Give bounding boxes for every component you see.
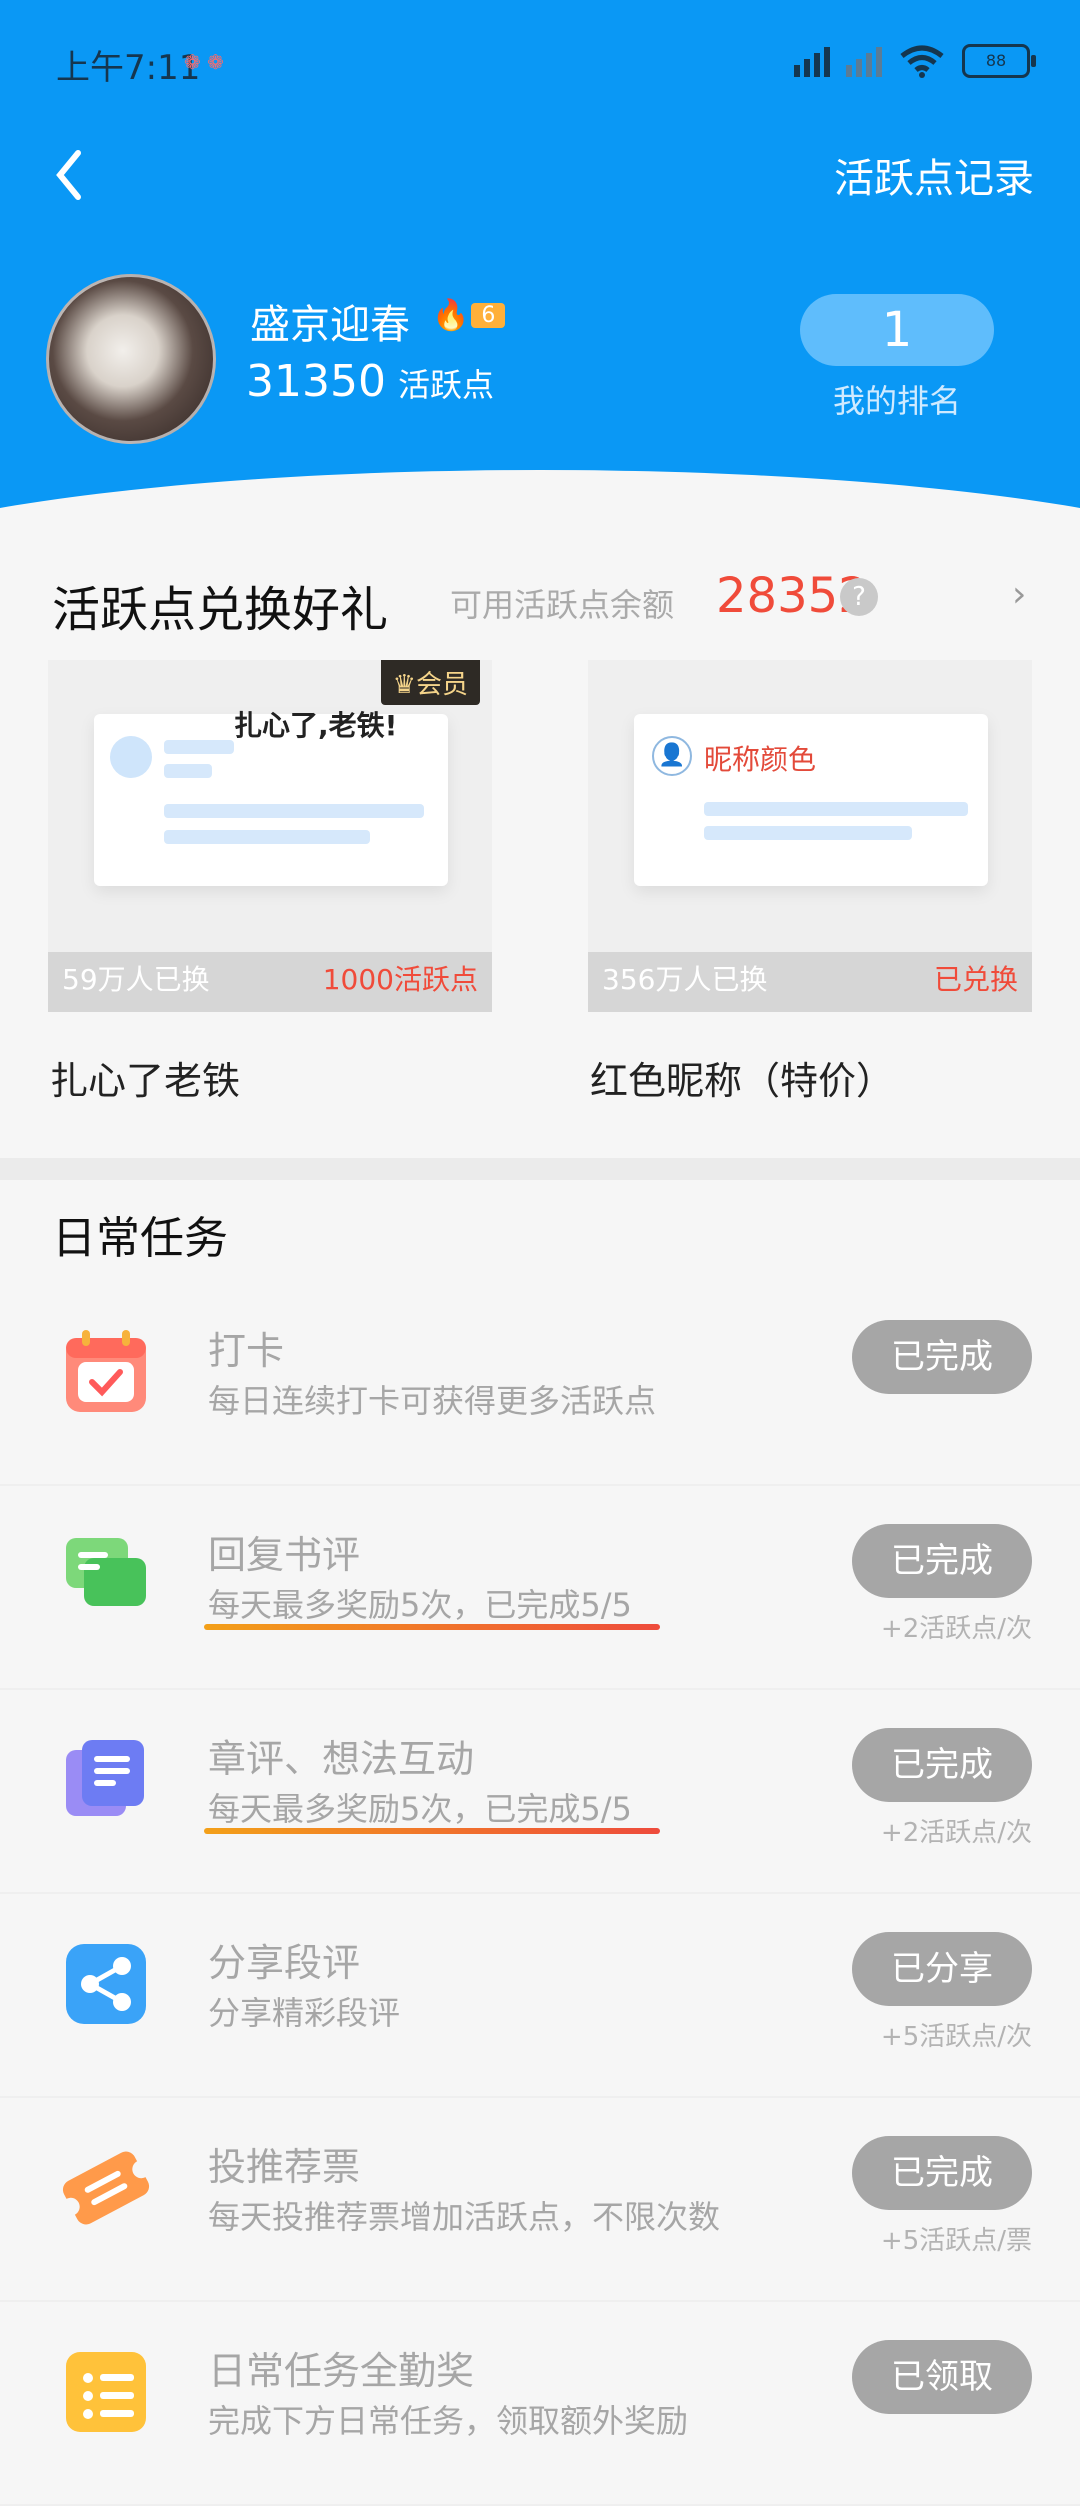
- task-status-button[interactable]: 已完成: [852, 1524, 1032, 1598]
- calendar-check-icon: [66, 1330, 146, 1412]
- task-status-button[interactable]: 已完成: [852, 1728, 1032, 1802]
- card-preview: 👤 昵称颜色: [634, 714, 988, 886]
- user-icon: 👤: [652, 736, 692, 776]
- placeholder-line: [164, 764, 212, 778]
- points-record-link[interactable]: 活跃点记录: [834, 146, 1034, 204]
- task-row-chapter-comment: 章评、想法互动 每天最多奖励5次，已完成5/5 已完成 +2活跃点/次: [0, 1688, 1080, 1894]
- ticket-icon: [62, 2151, 150, 2225]
- avatar[interactable]: [46, 274, 216, 444]
- crown-icon: ♛: [392, 670, 416, 700]
- task-title: 日常任务全勤奖: [208, 2349, 475, 2393]
- card-footer: 356万人已换 已兑换: [588, 952, 1032, 1012]
- task-title: 投推荐票: [208, 2145, 361, 2189]
- placeholder-line: [704, 826, 912, 840]
- status-time: 上午7:11: [56, 48, 201, 88]
- task-reward: +2活跃点/次: [880, 1614, 1032, 1644]
- chevron-left-icon: [56, 150, 81, 200]
- placeholder-line: [164, 740, 234, 754]
- task-row-share: 分享段评 分享精彩段评 已分享 +5活跃点/次: [0, 1892, 1080, 2098]
- wifi-icon: [900, 45, 944, 78]
- task-row-vote: 投推荐票 每天投推荐票增加活跃点，不限次数 已完成 +5活跃点/票: [0, 2096, 1080, 2302]
- member-badge: ♛会员: [380, 660, 480, 705]
- task-row-reply-review: 回复书评 每天最多奖励5次，已完成5/5 已完成 +2活跃点/次: [0, 1484, 1080, 1690]
- task-title: 分享段评: [208, 1941, 361, 1985]
- points-unit: 活跃点: [397, 366, 494, 404]
- placeholder-line: [164, 830, 370, 844]
- rank-button[interactable]: 1: [800, 294, 994, 366]
- daily-tasks-section: 日常任务 打卡 每日连续打卡可获得更多活跃点 已完成 回复书评 每天最多奖励5次…: [0, 1158, 1080, 2506]
- task-status-button[interactable]: 已分享: [852, 1932, 1032, 2006]
- card-preview: 扎心了,老铁!: [94, 709, 448, 886]
- task-title: 打卡: [208, 1329, 285, 1373]
- flame-icon: 🔥: [432, 298, 470, 333]
- task-desc: 每天最多奖励5次，已完成5/5: [208, 1790, 632, 1828]
- card-footer: 59万人已换 1000活跃点: [48, 952, 492, 1012]
- notification-icons: ❁ ❁: [184, 50, 224, 74]
- battery-icon: 88: [962, 44, 1036, 78]
- task-desc: 分享精彩段评: [208, 1994, 401, 2032]
- card-price: 1000活跃点: [322, 963, 478, 996]
- notes-icon: [66, 1740, 144, 1816]
- nickname-color-text: 昵称颜色: [704, 743, 817, 776]
- exchange-more-arrow[interactable]: ›: [1012, 574, 1026, 615]
- help-icon[interactable]: ?: [840, 578, 878, 616]
- task-reward: +2活跃点/次: [880, 1818, 1032, 1848]
- list-icon: [66, 2352, 146, 2432]
- back-button[interactable]: [50, 145, 90, 205]
- task-row-attendance: 日常任务全勤奖 完成下方日常任务，领取额外奖励 已领取: [0, 2300, 1080, 2506]
- card-name: 红色昵称（特价）: [590, 1059, 895, 1103]
- task-status-button[interactable]: 已领取: [852, 2340, 1032, 2414]
- exchange-title: 活跃点兑换好礼: [52, 582, 389, 638]
- card-status: 已兑换: [933, 963, 1018, 996]
- status-bar: 上午7:11 ❁ ❁ 88: [0, 0, 1080, 130]
- reward-card-1[interactable]: 扎心了,老铁! ♛会员 59万人已换 1000活跃点: [48, 660, 492, 1012]
- exchange-section: 活跃点兑换好礼 可用活跃点余额 28352 ? › 扎心了,老铁! ♛会员 59…: [0, 540, 1080, 1132]
- avatar-placeholder: [110, 736, 152, 778]
- task-desc: 每日连续打卡可获得更多活跃点: [208, 1382, 657, 1420]
- daily-title: 日常任务: [52, 1213, 228, 1264]
- signal-2-icon: [846, 45, 882, 77]
- status-right: 88: [794, 44, 1036, 78]
- task-status-button[interactable]: 已完成: [852, 1320, 1032, 1394]
- task-row-checkin: 打卡 每日连续打卡可获得更多活跃点 已完成: [0, 1280, 1080, 1486]
- rank-label: 我的排名: [832, 382, 961, 420]
- chat-bubble-icon: [66, 1538, 146, 1606]
- task-desc: 完成下方日常任务，领取额外奖励: [208, 2402, 689, 2440]
- placeholder-line: [164, 804, 424, 818]
- header-curve: [0, 470, 1080, 510]
- task-status-button[interactable]: 已完成: [852, 2136, 1032, 2210]
- username: 盛京迎春: [250, 302, 410, 348]
- preview-sticker-text: 扎心了,老铁!: [234, 709, 398, 742]
- desc-underline: [204, 1828, 660, 1834]
- balance-label: 可用活跃点余额: [450, 586, 675, 624]
- points-total: 31350 活跃点: [246, 356, 494, 407]
- task-desc: 每天最多奖励5次，已完成5/5: [208, 1586, 632, 1624]
- task-desc: 每天投推荐票增加活跃点，不限次数: [208, 2198, 721, 2236]
- task-title: 章评、想法互动: [208, 1737, 475, 1781]
- task-reward: +5活跃点/次: [880, 2022, 1032, 2052]
- exchanged-count: 59万人已换: [62, 963, 210, 996]
- signal-icon: [794, 45, 830, 77]
- reward-card-2[interactable]: 👤 昵称颜色 356万人已换 已兑换: [588, 660, 1032, 1012]
- level-badge: 🔥 6: [432, 298, 506, 333]
- task-reward: +5活跃点/票: [880, 2226, 1032, 2256]
- exchanged-count: 356万人已换: [602, 963, 768, 996]
- points-value: 31350: [246, 356, 386, 407]
- placeholder-line: [704, 802, 968, 816]
- level-value: 6: [471, 303, 506, 328]
- task-title: 回复书评: [208, 1533, 361, 1577]
- desc-underline: [204, 1624, 660, 1630]
- share-icon: [66, 1944, 146, 2024]
- card-name: 扎心了老铁: [50, 1059, 241, 1103]
- member-badge-label: 会员: [415, 670, 468, 700]
